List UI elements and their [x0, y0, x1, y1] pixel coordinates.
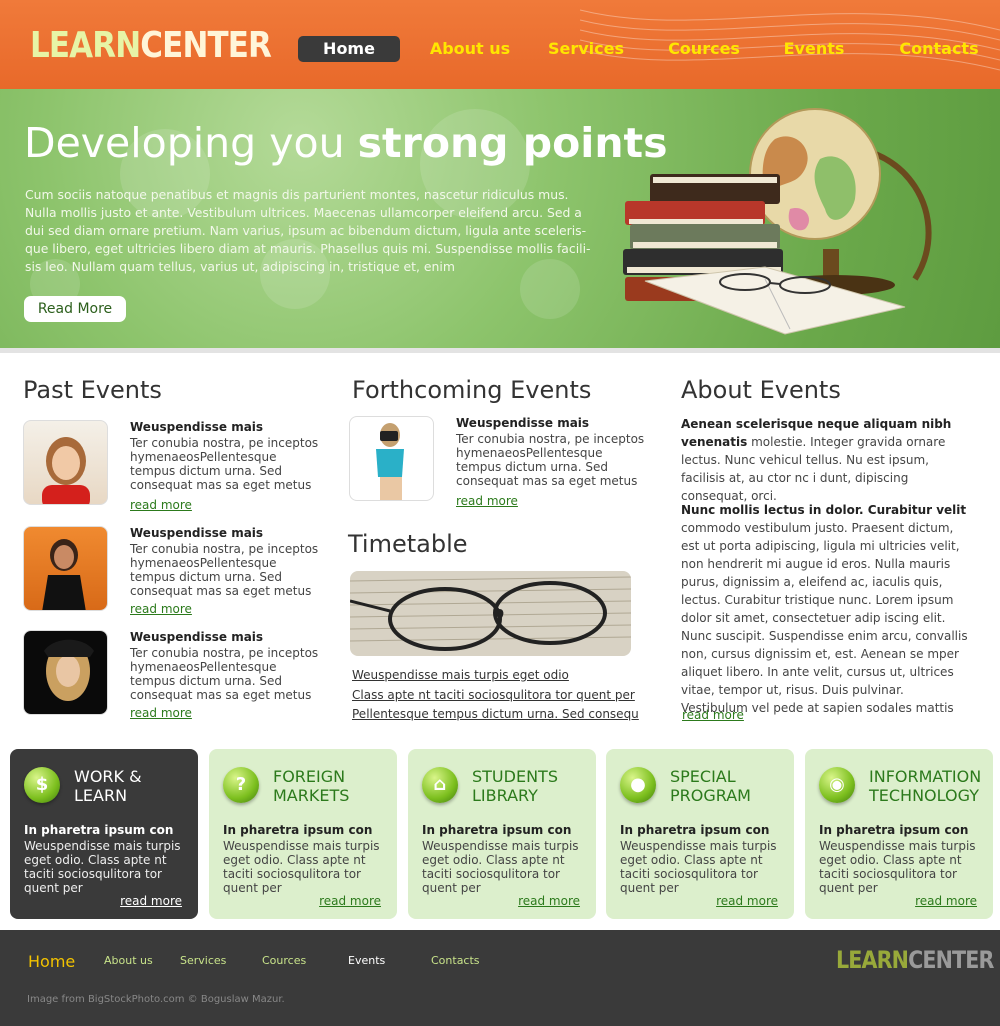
feature-title-line: SPECIAL: [670, 767, 736, 786]
event-title: Weuspendisse mais: [130, 630, 264, 644]
event-thumbnail[interactable]: [23, 630, 108, 715]
timetable-link[interactable]: Weuspendisse mais turpis eget odio: [352, 668, 569, 682]
feature-text: Weuspendisse mais turpis eget odio. Clas…: [819, 839, 976, 895]
question-icon: ?: [223, 767, 259, 803]
forthcoming-event-item: Weuspendisse mais Ter conubia nostra, pe…: [349, 416, 649, 508]
home-icon: ⌂: [422, 767, 458, 803]
event-thumbnail[interactable]: [23, 420, 108, 505]
event-title: Weuspendisse mais: [456, 416, 590, 430]
hero-title: Developing you strong points: [24, 119, 668, 167]
event-text: Ter conubia nostra, pe inceptos hymenaeo…: [130, 436, 319, 492]
footer-nav-cources[interactable]: Cources: [262, 954, 306, 967]
disc-icon: ◉: [819, 767, 855, 803]
timetable-link[interactable]: Pellentesque tempus dictum urna. Sed con…: [352, 707, 639, 721]
feature-title: SPECIAL PROGRAM: [670, 767, 790, 805]
main-nav: Home About us Services Cources Events Co…: [0, 36, 1000, 62]
feature-box-work-learn: $ WORK & LEARN In pharetra ipsum con Weus…: [10, 749, 198, 919]
nav-events[interactable]: Events: [775, 36, 853, 62]
event-thumbnail[interactable]: [23, 526, 108, 611]
past-events-heading: Past Events: [23, 376, 162, 404]
feature-title-line: WORK &: [74, 767, 142, 786]
event-read-more-link[interactable]: read more: [456, 494, 518, 508]
event-read-more-link[interactable]: read more: [130, 602, 192, 616]
timetable-image: [350, 571, 631, 656]
feature-title-line: PROGRAM: [670, 786, 751, 805]
site-header: LEARNCENTER Home About us Services Courc…: [0, 0, 1000, 89]
past-event-item: Weuspendisse mais Ter conubia nostra, pe…: [23, 630, 323, 720]
about-events-heading: About Events: [681, 376, 841, 404]
feature-title: FOREIGN MARKETS: [273, 767, 393, 805]
feature-title-line: LEARN: [74, 786, 128, 805]
site-footer: Home About us Services Cources Events Co…: [0, 930, 1000, 1026]
feature-box-information-technology: ◉ INFORMATION TECHNOLOGY In pharetra ipsu…: [805, 749, 993, 919]
books-and-globe-image: [623, 108, 932, 335]
event-read-more-link[interactable]: read more: [130, 706, 192, 720]
timetable-link[interactable]: Class apte nt taciti sociosqulitora tor …: [352, 688, 635, 702]
hero-read-more-button[interactable]: Read More: [24, 296, 126, 322]
feature-title-line: FOREIGN: [273, 767, 346, 786]
feature-text: Weuspendisse mais turpis eget odio. Clas…: [422, 839, 579, 895]
footer-logo-center: CENTER: [908, 946, 994, 974]
hero-title-regular: Developing you: [24, 119, 358, 167]
past-event-item: Weuspendisse mais Ter conubia nostra, pe…: [23, 420, 323, 512]
feature-box-special-program: ● SPECIAL PROGRAM In pharetra ipsum con W…: [606, 749, 794, 919]
timetable-heading: Timetable: [348, 530, 468, 558]
feature-read-more-link[interactable]: read more: [319, 894, 381, 908]
feature-text: Weuspendisse mais turpis eget odio. Clas…: [223, 839, 380, 895]
feature-title-line: STUDENTS: [472, 767, 558, 786]
footer-nav-services[interactable]: Services: [180, 954, 226, 967]
feature-box-foreign-markets: ? FOREIGN MARKETS In pharetra ipsum con W…: [209, 749, 397, 919]
feature-read-more-link[interactable]: read more: [915, 894, 977, 908]
feature-title-line: LIBRARY: [472, 786, 538, 805]
footer-logo[interactable]: LEARNCENTER: [836, 946, 994, 974]
event-read-more-link[interactable]: read more: [130, 498, 192, 512]
feature-title: WORK & LEARN: [74, 767, 194, 805]
nav-services[interactable]: Services: [543, 36, 629, 62]
nav-home[interactable]: Home: [298, 36, 400, 62]
event-thumbnail[interactable]: [349, 416, 434, 501]
nav-contacts[interactable]: Contacts: [897, 36, 981, 62]
feature-text: Weuspendisse mais turpis eget odio. Clas…: [24, 839, 181, 895]
pin-icon: ●: [620, 767, 656, 803]
feature-subtitle: In pharetra ipsum con: [24, 823, 174, 837]
about-paragraph: Nunc mollis lectus in dolor. Curabitur v…: [681, 501, 973, 717]
dollar-icon: $: [24, 767, 60, 803]
nav-about-us[interactable]: About us: [425, 36, 515, 62]
feature-title-line: INFORMATION: [869, 767, 982, 786]
event-text: Ter conubia nostra, pe inceptos hymenaeo…: [130, 646, 319, 702]
feature-subtitle: In pharetra ipsum con: [223, 823, 373, 837]
hero-text: Cum sociis natoque penatibus et magnis d…: [25, 187, 591, 274]
image-credit: Image from BigStockPhoto.com © Boguslaw …: [27, 994, 285, 1005]
event-title: Weuspendisse mais: [130, 526, 264, 540]
footer-nav-home[interactable]: Home: [28, 952, 75, 971]
footer-nav-events[interactable]: Events: [348, 954, 385, 967]
feature-title-line: TECHNOLOGY: [869, 786, 979, 805]
footer-nav-contacts[interactable]: Contacts: [431, 954, 480, 967]
about-read-more-link[interactable]: read more: [682, 708, 744, 722]
feature-read-more-link[interactable]: read more: [120, 894, 182, 908]
about-paragraph-text: commodo vestibulum justo. Praesent dictu…: [681, 521, 968, 715]
feature-box-students-library: ⌂ STUDENTS LIBRARY In pharetra ipsum con …: [408, 749, 596, 919]
feature-read-more-link[interactable]: read more: [716, 894, 778, 908]
event-title: Weuspendisse mais: [130, 420, 264, 434]
section-divider: [0, 348, 1000, 353]
feature-subtitle: In pharetra ipsum con: [620, 823, 770, 837]
feature-title: INFORMATION TECHNOLOGY: [869, 767, 989, 805]
event-text: Ter conubia nostra, pe inceptos hymenaeo…: [456, 432, 645, 488]
about-paragraph-lead: Nunc mollis lectus in dolor. Curabitur v…: [681, 503, 967, 517]
forthcoming-events-heading: Forthcoming Events: [352, 376, 592, 404]
about-paragraph: Aenean scelerisque neque aliquam nibh ve…: [681, 415, 973, 505]
feature-subtitle: In pharetra ipsum con: [819, 823, 969, 837]
footer-logo-learn: LEARN: [836, 946, 909, 974]
feature-title-line: MARKETS: [273, 786, 350, 805]
past-event-item: Weuspendisse mais Ter conubia nostra, pe…: [23, 526, 323, 616]
footer-nav-about-us[interactable]: About us: [104, 954, 153, 967]
feature-read-more-link[interactable]: read more: [518, 894, 580, 908]
hero-banner: Developing you strong points Cum sociis …: [0, 89, 1000, 348]
feature-title: STUDENTS LIBRARY: [472, 767, 592, 805]
nav-cources[interactable]: Cources: [661, 36, 747, 62]
feature-subtitle: In pharetra ipsum con: [422, 823, 572, 837]
feature-text: Weuspendisse mais turpis eget odio. Clas…: [620, 839, 777, 895]
event-text: Ter conubia nostra, pe inceptos hymenaeo…: [130, 542, 319, 598]
